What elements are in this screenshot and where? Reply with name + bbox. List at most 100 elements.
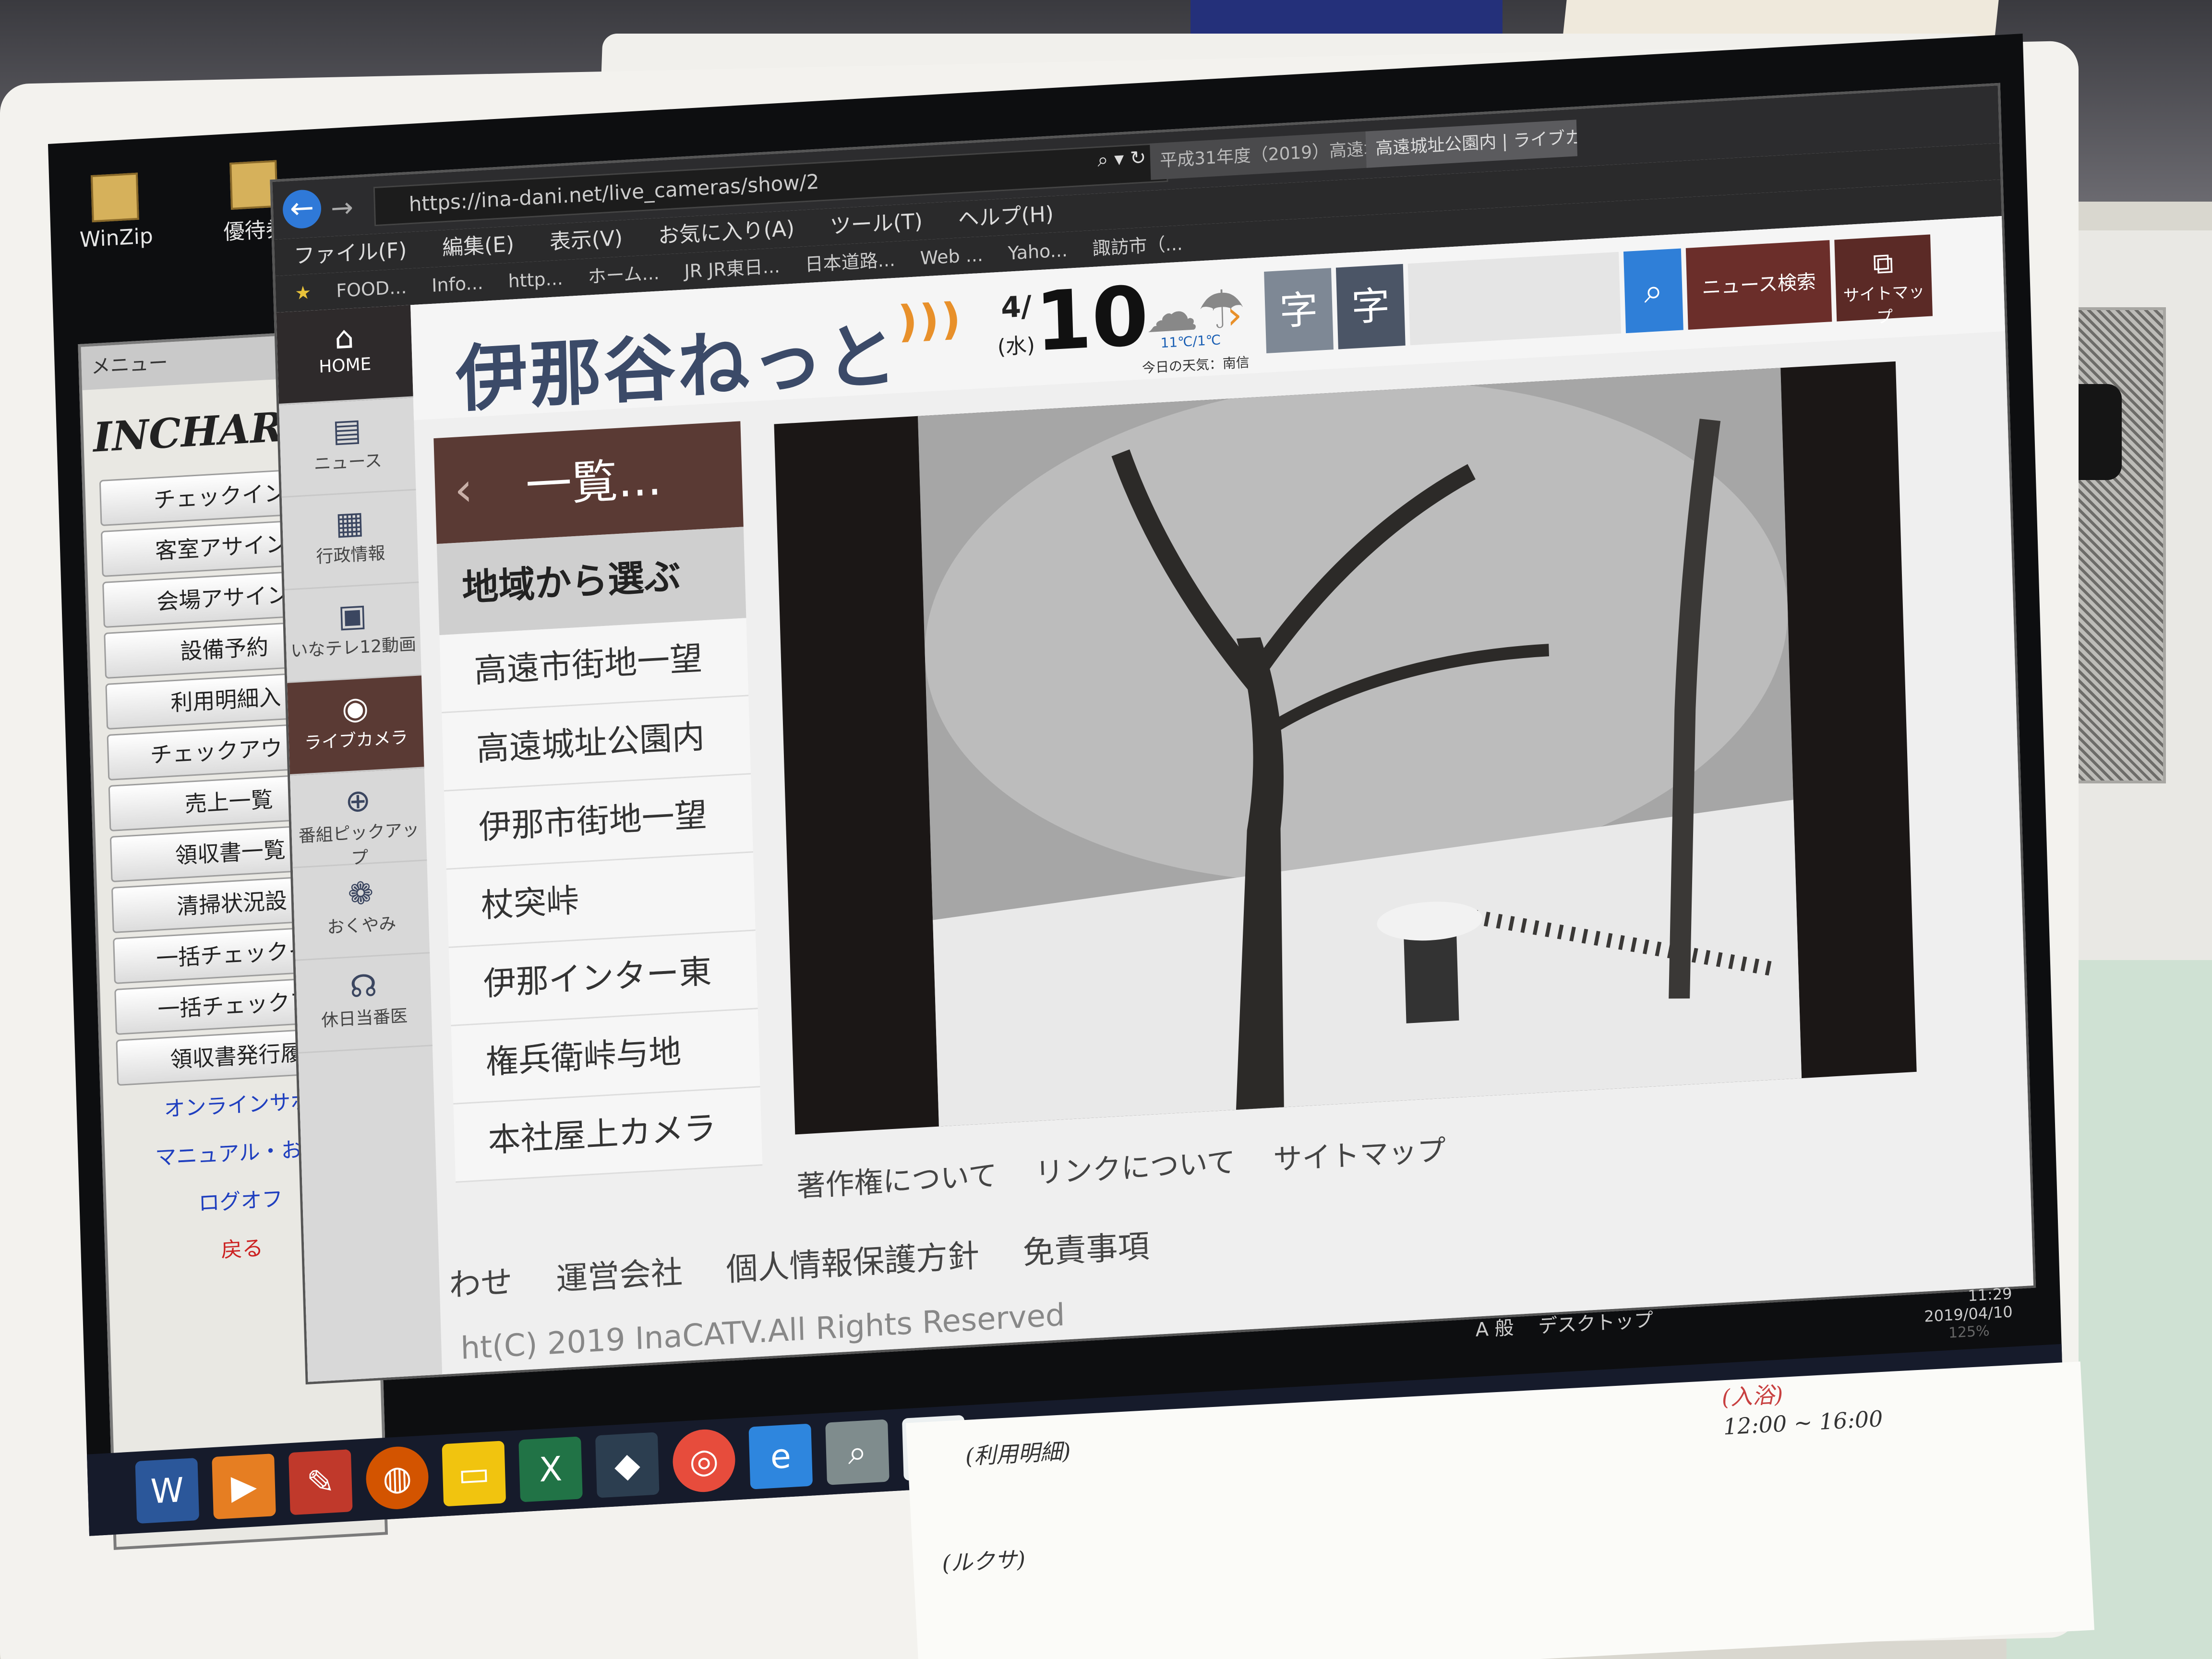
site-search-input[interactable]	[1407, 252, 1622, 346]
chevron-right-icon[interactable]: ›	[1226, 292, 1243, 338]
link-policy-link[interactable]: リンクについて	[1034, 1145, 1236, 1190]
date-month: 4/	[1000, 289, 1032, 325]
menu-help[interactable]: ヘルプ(H)	[958, 202, 1054, 231]
disclaimer-link[interactable]: 免責事項	[1022, 1228, 1150, 1272]
nav-label: 番組ピックアップ	[298, 820, 420, 869]
tab-live-camera[interactable]: 高遠城址公園内 | ライブカ...	[1365, 120, 1578, 168]
camera-list: ‹ 一覧... 地域から選ぶ 高遠市街地一望 高遠城址公園内 伊那市街地一望 杖…	[433, 421, 763, 1183]
chevron-left-icon: ‹	[453, 462, 474, 517]
nav-label: 行政情報	[315, 543, 385, 567]
incharge-app-icon[interactable]: ◆	[595, 1432, 660, 1498]
fav-web[interactable]: Web ...	[920, 244, 983, 269]
nav-pickup[interactable]: ⊕ 番組ピックアップ	[290, 768, 427, 868]
fav-info[interactable]: Info...	[432, 272, 484, 296]
nav-home[interactable]: ⌂ HOME	[276, 305, 413, 405]
news-search-button[interactable]: ニュース検索	[1685, 240, 1832, 330]
nav-news[interactable]: ▤ ニュース	[279, 397, 416, 498]
desktop-icon-winzip[interactable]: WinZip	[78, 172, 153, 252]
web-page: ⌂ HOME ▤ ニュース ▦ 行政情報 ▣ いなテレ12動画 ◉ ライブカメラ…	[276, 216, 2033, 1382]
monitor-screen: WinZip 優待券 メニュー INCHARG チェックイン 客室アサイン 会場…	[48, 34, 2064, 1550]
nav-label: HOME	[318, 354, 372, 377]
nav-label: いなテレ12動画	[290, 634, 417, 661]
search-icon[interactable]: ⌕	[1623, 248, 1683, 334]
word-icon[interactable]: W	[135, 1457, 200, 1524]
gov-icon: ▦	[335, 505, 365, 542]
fav-home[interactable]: ホーム...	[588, 262, 660, 287]
pickup-icon: ⊕	[344, 782, 372, 820]
contact-link[interactable]: わせ	[448, 1263, 513, 1304]
nav-live-camera[interactable]: ◉ ライブカメラ	[287, 675, 424, 776]
tab-2019-takato[interactable]: 平成31年度（2019）高遠城...	[1150, 131, 1376, 180]
search-app-icon[interactable]: ⌕	[825, 1419, 890, 1485]
menu-edit[interactable]: 編集(E)	[442, 232, 514, 260]
note-line: (ルクサ)	[941, 1546, 1026, 1576]
menu-favorites[interactable]: お気に入り(A)	[658, 216, 795, 248]
note-line: (入浴)	[1721, 1381, 1784, 1411]
sitemap-label: サイトマップ	[1843, 282, 1925, 327]
forward-arrow-icon[interactable]: →	[330, 192, 354, 225]
menu-view[interactable]: 表示(V)	[549, 226, 623, 254]
site-side-nav: ⌂ HOME ▤ ニュース ▦ 行政情報 ▣ いなテレ12動画 ◉ ライブカメラ…	[276, 305, 443, 1382]
weather-temperature: 11℃/1℃	[1160, 332, 1221, 351]
signal-icon: )))	[897, 293, 963, 348]
home-icon: ⌂	[334, 320, 355, 357]
camera-list-back[interactable]: ‹ 一覧...	[433, 421, 744, 544]
nav-label: ニュース	[313, 451, 383, 475]
fav-food[interactable]: FOOD...	[336, 276, 407, 301]
date-day: 10	[1034, 268, 1150, 370]
excel-icon[interactable]: X	[518, 1436, 583, 1503]
star-icon[interactable]: ★	[295, 282, 312, 304]
privacy-link[interactable]: 個人情報保護方針	[726, 1237, 980, 1288]
explorer-folder-icon[interactable]: ▭	[442, 1441, 506, 1507]
sitemap-link[interactable]: サイトマップ	[1273, 1134, 1447, 1177]
flower-icon: ❁	[347, 875, 374, 913]
menu-tools[interactable]: ツール(T)	[830, 209, 923, 239]
font-large-button[interactable]: 字	[1335, 264, 1406, 349]
camera-item[interactable]: 本社屋上カメラ	[453, 1087, 763, 1183]
fav-http[interactable]: http...	[508, 268, 563, 292]
news-icon: ▤	[332, 412, 362, 449]
desktop-label[interactable]: デスクトップ	[1538, 1309, 1654, 1337]
camera-list-back-label: 一覧...	[525, 451, 662, 513]
fav-yahoo[interactable]: Yaho...	[1008, 240, 1068, 264]
copyright-text: ht(C) 2019 InaCATV.All Rights Reserved	[460, 1297, 1066, 1367]
photo-scene: WinZip 優待券 メニュー INCHARG チェックイン 客室アサイン 会場…	[0, 0, 2212, 1659]
sitemap-button[interactable]: ⧉ サイトマップ	[1834, 234, 1933, 327]
ime-indicator[interactable]: A 般	[1475, 1317, 1514, 1341]
nav-label: おくやみ	[326, 914, 397, 938]
clock[interactable]: 11:29 2019/04/10	[1923, 1284, 2013, 1325]
nav-okuyami[interactable]: ❁ おくやみ	[292, 861, 430, 961]
chrome-icon[interactable]: ◎	[672, 1428, 736, 1494]
footer-links-bottom: わせ 運営会社 個人情報保護方針 免責事項	[448, 1190, 1696, 1306]
logo-text: 伊那谷ねっと	[455, 313, 900, 422]
font-small-button[interactable]: 字	[1264, 268, 1334, 353]
nav-holiday-doctor[interactable]: ☊ 休日当番医	[295, 953, 433, 1054]
menu-file[interactable]: ファイル(F)	[293, 238, 407, 269]
copyright-link[interactable]: 著作権について	[796, 1159, 998, 1203]
camera-icon: ◉	[341, 690, 369, 727]
ie-icon[interactable]: e	[748, 1423, 813, 1490]
desktop-icon-label: WinZip	[79, 224, 154, 252]
live-camera-view	[774, 361, 1917, 1135]
media-player-icon[interactable]: ▶	[212, 1453, 276, 1520]
site-logo[interactable]: 伊那谷ねっと)))	[454, 293, 965, 426]
nav-gov[interactable]: ▦ 行政情報	[281, 490, 419, 590]
stethoscope-icon: ☊	[349, 968, 378, 1005]
nav-label: 休日当番医	[321, 1006, 408, 1031]
region-heading: 地域から選ぶ	[436, 527, 746, 636]
winzip-icon	[91, 172, 140, 223]
snowy-park-image	[917, 368, 1802, 1127]
browser-window: ← → https://ina-dani.net/live_cameras/sh…	[270, 83, 2036, 1385]
fav-road[interactable]: 日本道路...	[805, 249, 895, 276]
fav-jr[interactable]: JR JR東日...	[684, 255, 781, 282]
sitemap-icon: ⧉	[1872, 246, 1894, 281]
search-refresh-icon[interactable]: ⌕ ▾ ↻	[1097, 146, 1147, 171]
pdf-icon[interactable]: ✎	[288, 1449, 353, 1515]
back-arrow-icon[interactable]: ←	[282, 189, 322, 229]
company-link[interactable]: 運営会社	[555, 1254, 683, 1298]
weather-label: 今日の天気：南信	[1142, 354, 1250, 376]
nav-video[interactable]: ▣ いなテレ12動画	[284, 583, 421, 683]
app-icon[interactable]: ◍	[365, 1445, 430, 1511]
fav-suwa[interactable]: 諏訪市（...	[1092, 233, 1183, 259]
nav-label: ライブカメラ	[304, 728, 409, 754]
